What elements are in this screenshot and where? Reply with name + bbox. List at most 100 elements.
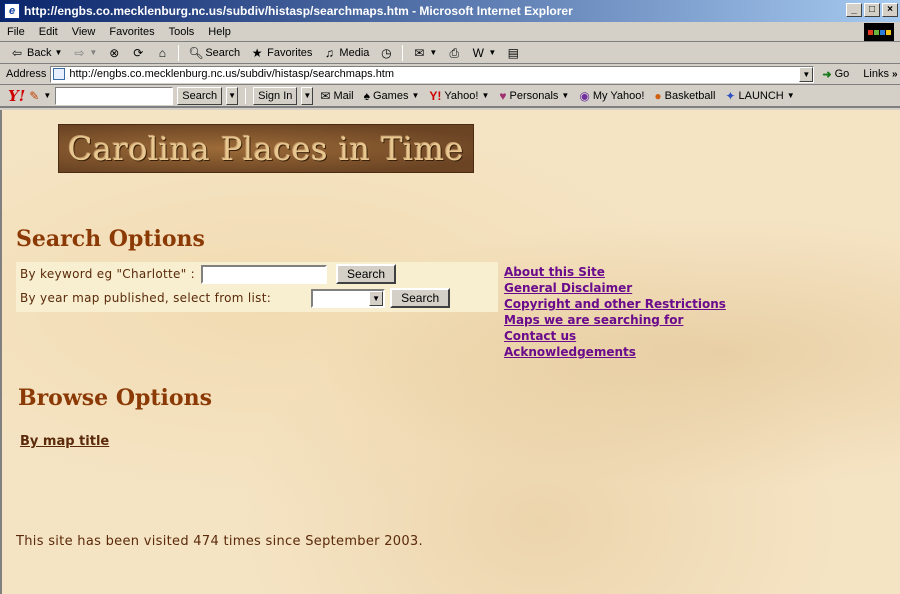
address-bar: Address http://engbs.co.mecklenburg.nc.u… — [0, 64, 900, 85]
yahoo-logo[interactable]: Y! — [8, 87, 25, 105]
acknowledgements-link[interactable]: Acknowledgements — [504, 344, 726, 360]
my-yahoo-icon: ◉ — [579, 88, 590, 103]
edit-button[interactable]: W ▼ — [467, 46, 500, 60]
back-label: Back — [27, 46, 52, 59]
keyword-input[interactable] — [201, 264, 328, 284]
yahoo-home-label: Yahoo! — [444, 89, 479, 102]
browse-by-title-link[interactable]: By map title — [20, 434, 109, 449]
yahoo-search-button[interactable]: Search — [177, 86, 223, 105]
printer-icon: ⎙ — [449, 45, 460, 60]
my-yahoo-label: My Yahoo! — [592, 89, 645, 102]
sign-in-button[interactable]: Sign In — [253, 86, 298, 105]
yahoo-launch-button[interactable]: ✦ LAUNCH ▼ — [722, 89, 797, 103]
maps-searching-link[interactable]: Maps we are searching for — [504, 312, 726, 328]
window-controls: _ □ × — [846, 3, 898, 17]
favorites-button[interactable]: ★ Favorites — [246, 46, 316, 60]
chevron-right-icon[interactable]: » — [892, 69, 898, 80]
menu-view[interactable]: View — [65, 26, 103, 38]
yahoo-home-button[interactable]: Y! Yahoo! ▼ — [426, 89, 492, 103]
search-icon: 🔍︎ — [188, 45, 204, 60]
stop-button[interactable]: ⊗ — [103, 46, 125, 60]
window-title: http://engbs.co.mecklenburg.nc.us/subdiv… — [24, 4, 573, 18]
go-arrow-icon: ➜ — [822, 68, 832, 81]
menu-help[interactable]: Help — [201, 26, 238, 38]
chevron-down-icon: ▼ — [786, 91, 795, 100]
mail-icon: ✉ — [320, 88, 331, 103]
yahoo-mail-label: Mail — [333, 89, 354, 102]
word-icon: W — [472, 45, 484, 60]
yahoo-personals-button[interactable]: ♥ Personals ▼ — [496, 89, 572, 103]
toolbar-divider — [245, 87, 247, 104]
home-button[interactable]: ⌂ — [151, 46, 173, 60]
keyword-label: By keyword eg "Charlotte" : — [20, 267, 196, 281]
page-content: Carolina Places in Time Search Options B… — [0, 110, 900, 594]
history-button[interactable]: ◷ — [375, 46, 397, 60]
address-input[interactable]: http://engbs.co.mecklenburg.nc.us/subdiv… — [50, 65, 815, 83]
year-search-row: By year map published, select from list:… — [20, 288, 451, 308]
copyright-link[interactable]: Copyright and other Restrictions — [504, 296, 726, 312]
disclaimer-link[interactable]: General Disclaimer — [504, 280, 726, 296]
menu-edit[interactable]: Edit — [32, 26, 65, 38]
close-button[interactable]: × — [882, 3, 898, 17]
mail-button[interactable]: ✉ ▼ — [408, 46, 441, 60]
menu-bar: File Edit View Favorites Tools Help — [0, 22, 900, 42]
yahoo-icon: Y! — [429, 88, 442, 103]
chevron-down-icon: ▼ — [54, 48, 63, 57]
chevron-down-icon[interactable]: ▼ — [369, 290, 384, 306]
forward-button[interactable]: ⇨ ▼ — [68, 46, 101, 60]
my-yahoo-button[interactable]: ◉ My Yahoo! — [576, 89, 647, 103]
yahoo-search-input[interactable] — [55, 86, 174, 105]
mail-icon: ✉ — [414, 45, 425, 60]
chevron-down-icon[interactable]: ▼ — [43, 91, 51, 100]
keyword-search-button[interactable]: Search — [336, 264, 397, 284]
year-select[interactable]: ▼ — [311, 288, 386, 308]
print-button[interactable]: ⎙ — [443, 46, 465, 60]
pencil-icon[interactable]: ✎ — [29, 89, 39, 103]
page-icon — [53, 68, 66, 80]
menu-favorites[interactable]: Favorites — [102, 26, 161, 38]
standard-toolbar: ⇦ Back ▼ ⇨ ▼ ⊗ ⟳ ⌂ 🔍︎ Search ★ Favorites… — [0, 42, 900, 64]
site-banner: Carolina Places in Time — [58, 124, 474, 173]
yahoo-search-dropdown[interactable]: ▼ — [226, 86, 239, 105]
yahoo-basketball-label: Basketball — [664, 89, 716, 102]
links-button[interactable]: Links — [863, 68, 889, 80]
go-button[interactable]: ➜ Go — [822, 68, 849, 81]
yahoo-games-label: Games — [373, 89, 409, 102]
menu-file[interactable]: File — [0, 26, 32, 38]
forward-arrow-icon: ⇨ — [74, 45, 85, 60]
refresh-button[interactable]: ⟳ — [127, 46, 149, 60]
yahoo-basketball-button[interactable]: ● Basketball — [651, 89, 718, 103]
banner-title: Carolina Places in Time — [67, 129, 465, 168]
about-link[interactable]: About this Site — [504, 264, 726, 280]
search-form: By keyword eg "Charlotte" : Search By ye… — [16, 262, 498, 312]
yahoo-games-button[interactable]: ♠ Games ▼ — [361, 89, 423, 103]
maximize-button[interactable]: □ — [864, 3, 880, 17]
address-label: Address — [6, 68, 47, 80]
chevron-down-icon: ▼ — [429, 48, 438, 57]
yahoo-mail-button[interactable]: ✉ Mail — [317, 89, 356, 103]
refresh-icon: ⟳ — [133, 45, 144, 60]
sign-in-dropdown[interactable]: ▼ — [301, 86, 314, 105]
back-button[interactable]: ⇦ Back ▼ — [6, 46, 66, 60]
back-arrow-icon: ⇦ — [11, 45, 23, 60]
chevron-down-icon: ▼ — [561, 91, 570, 100]
contact-link[interactable]: Contact us — [504, 328, 726, 344]
keyword-search-row: By keyword eg "Charlotte" : Search — [20, 264, 397, 284]
year-search-button[interactable]: Search — [390, 288, 451, 308]
history-icon: ◷ — [381, 45, 392, 60]
search-toolbar-button[interactable]: 🔍︎ Search — [184, 46, 244, 60]
media-button[interactable]: ♫ Media — [318, 46, 373, 60]
discuss-button[interactable]: ▤ — [502, 46, 524, 60]
stop-icon: ⊗ — [109, 45, 120, 60]
year-label: By year map published, select from list: — [20, 291, 272, 305]
menu-tools[interactable]: Tools — [162, 26, 202, 38]
launch-icon: ✦ — [725, 88, 736, 103]
address-dropdown-button[interactable]: ▼ — [799, 66, 814, 82]
basketball-icon: ● — [654, 88, 662, 103]
minimize-button[interactable]: _ — [846, 3, 862, 17]
home-icon: ⌂ — [158, 45, 166, 60]
search-toolbar-label: Search — [205, 46, 241, 59]
yahoo-personals-label: Personals — [509, 89, 559, 102]
side-links: About this Site General Disclaimer Copyr… — [504, 264, 726, 360]
media-icon: ♫ — [324, 45, 334, 60]
